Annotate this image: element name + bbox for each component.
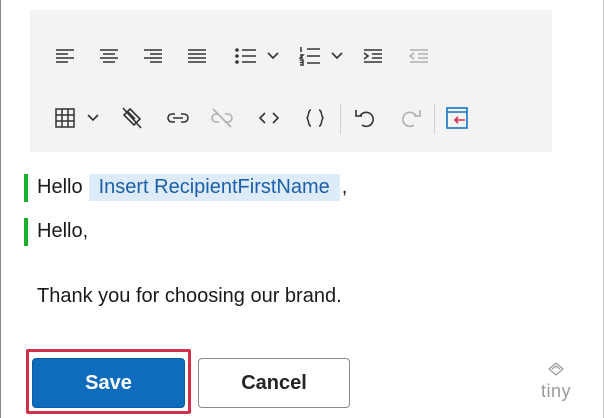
table-icon[interactable] [48,98,82,138]
bullet-list-icon[interactable] [228,36,264,76]
braces-icon[interactable] [298,98,332,138]
editor-line-3[interactable]: Thank you for choosing our brand. [37,285,342,308]
save-button[interactable]: Save [32,358,185,408]
table-chevron-down-icon[interactable] [82,98,104,138]
redo-icon[interactable] [394,98,428,138]
editor-toolbar [30,10,552,152]
change-indicator [24,218,28,246]
outdent-icon[interactable] [402,36,436,76]
change-indicator [24,174,28,202]
remove-format-icon[interactable] [114,98,150,138]
numbered-list-icon[interactable] [292,36,328,76]
align-left-icon[interactable] [48,36,82,76]
toolbar-separator [434,104,435,134]
align-right-icon[interactable] [136,36,170,76]
toolbar-separator [340,104,341,134]
greeting-comma: , [341,176,348,198]
link-icon[interactable] [160,98,196,138]
unlink-icon[interactable] [204,98,240,138]
code-icon[interactable] [252,98,286,138]
undo-icon[interactable] [348,98,382,138]
toolbar-row-2 [30,98,552,148]
toolbar-row-1 [30,36,552,86]
greeting-text: Hello [37,176,83,198]
editor-line-2[interactable]: Hello, [37,220,88,243]
editor-line-1[interactable]: Hello Insert RecipientFirstName, [37,174,347,201]
cancel-button[interactable]: Cancel [198,358,350,408]
insert-field-icon[interactable] [440,98,474,138]
numbered-list-chevron-down-icon[interactable] [326,36,348,76]
bullet-list-chevron-down-icon[interactable] [262,36,284,76]
tiny-logo-icon [548,362,564,376]
recipient-placeholder-token[interactable]: Insert RecipientFirstName [88,174,340,201]
tiny-logo-text: tiny [540,381,571,401]
indent-icon[interactable] [356,36,390,76]
tiny-logo: tiny [536,362,576,402]
align-justify-icon[interactable] [180,36,214,76]
align-center-icon[interactable] [92,36,126,76]
